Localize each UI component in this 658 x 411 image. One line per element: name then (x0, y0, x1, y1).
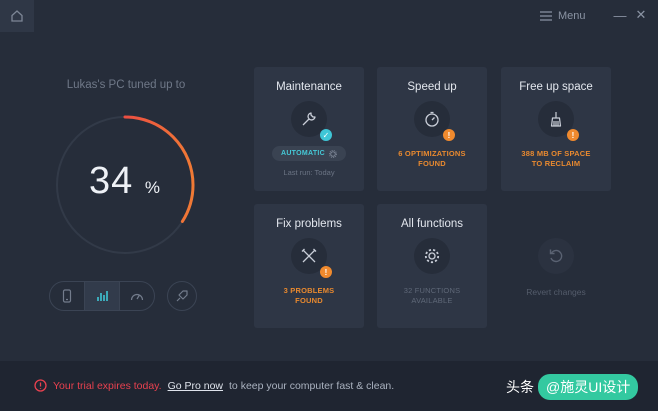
status-line: FOUND (418, 159, 446, 168)
gear-icon (424, 248, 440, 264)
warning-badge-icon: ! (320, 266, 332, 278)
watermark: 头条 @施灵UI设计 (506, 374, 639, 400)
tile-maintenance[interactable]: Maintenance ✓ AUTOMATIC Last run: Today (254, 67, 364, 191)
trial-message: Your trial expires today. Go Pro now to … (34, 379, 394, 392)
tile-icon-circle (414, 238, 450, 274)
alert-circle-icon (34, 379, 47, 392)
tile-all-functions[interactable]: All functions 32 FUNCTIONS AVAILABLE (377, 204, 487, 328)
automatic-label: AUTOMATIC (280, 150, 326, 157)
tile-title: Speed up (407, 81, 457, 93)
tile-title: Maintenance (276, 81, 342, 93)
tile-icon-circle: ! (291, 238, 332, 278)
status-line: 6 OPTIMIZATIONS (398, 149, 466, 158)
speedometer-icon (130, 293, 144, 301)
go-pro-link[interactable]: Go Pro now (168, 380, 223, 392)
watermark-prefix: 头条 (506, 379, 534, 395)
hamburger-icon (540, 11, 552, 21)
turbo-button[interactable] (167, 281, 197, 311)
status-line: 3 PROBLEMS (283, 286, 335, 295)
gauge-value: 34 % (52, 160, 198, 203)
tile-fix-problems[interactable]: Fix problems ! 3 PROBLEMS FOUND (254, 204, 364, 328)
gauge-number: 34 (89, 160, 134, 202)
warning-badge-icon: ! (443, 129, 455, 141)
automatic-toggle[interactable]: AUTOMATIC (272, 146, 346, 161)
tile-icon-circle: ! (414, 101, 455, 141)
tile-icon-circle (538, 238, 574, 274)
rocket-icon (176, 290, 188, 302)
status-line: 388 MB OF SPACE (521, 149, 591, 158)
minimize-button[interactable]: — (611, 6, 629, 24)
view-switcher (49, 281, 155, 311)
tile-speed-up[interactable]: Speed up ! 6 OPTIMIZATIONS FOUND (377, 67, 487, 191)
last-run-text: Last run: Today (283, 168, 335, 177)
check-badge-icon: ✓ (320, 129, 332, 141)
stats-view-button[interactable] (84, 282, 119, 310)
tile-status: 6 OPTIMIZATIONS FOUND (385, 149, 479, 169)
revert-label: Revert changes (526, 287, 586, 297)
tools-icon (301, 248, 317, 263)
tile-status: 388 MB OF SPACE TO RECLAIM (509, 149, 603, 169)
tile-free-up-space[interactable]: Free up space ! 388 MB OF SPACE TO RECLA… (501, 67, 611, 191)
close-icon: ✕ (635, 7, 647, 22)
home-button[interactable] (0, 0, 34, 32)
tile-title: All functions (400, 218, 463, 230)
home-icon (11, 10, 23, 22)
gear-icon (329, 149, 338, 158)
title-bar: Menu — ✕ (0, 0, 658, 32)
tile-icon-circle: ! (538, 101, 579, 141)
status-line: AVAILABLE (411, 296, 453, 305)
tile-title: Free up space (519, 81, 593, 93)
gauge-title: Lukas's PC tuned up to (66, 79, 186, 91)
warning-badge-icon: ! (567, 129, 579, 141)
phone-view-button[interactable] (50, 282, 84, 310)
speed-view-button[interactable] (119, 282, 154, 310)
phone-icon (62, 289, 72, 303)
bar-chart-icon (97, 291, 108, 301)
wrench-icon (302, 112, 316, 126)
tile-title: Fix problems (276, 218, 342, 230)
status-line: TO RECLAIM (531, 159, 581, 168)
trial-warning: Your trial expires today. (53, 379, 162, 392)
tile-icon-circle: ✓ (291, 101, 332, 141)
trial-rest: to keep your computer fast & clean. (229, 379, 395, 392)
stopwatch-icon (425, 111, 439, 127)
menu-label: Menu (558, 10, 586, 22)
close-button[interactable]: ✕ (632, 6, 650, 24)
status-line: 32 FUNCTIONS (403, 286, 461, 295)
minimize-icon: — (613, 7, 627, 23)
status-line: FOUND (295, 296, 323, 305)
gauge-unit: % (144, 178, 161, 197)
watermark-handle: @施灵UI设计 (538, 374, 639, 400)
trial-footer: Your trial expires today. Go Pro now to … (0, 361, 658, 411)
tile-status: 32 FUNCTIONS AVAILABLE (385, 286, 479, 306)
broom-icon (550, 112, 562, 127)
menu-button[interactable]: Menu (540, 8, 586, 24)
undo-icon (549, 249, 563, 263)
tile-status: 3 PROBLEMS FOUND (262, 286, 356, 306)
revert-changes-button[interactable]: Revert changes (501, 204, 611, 328)
